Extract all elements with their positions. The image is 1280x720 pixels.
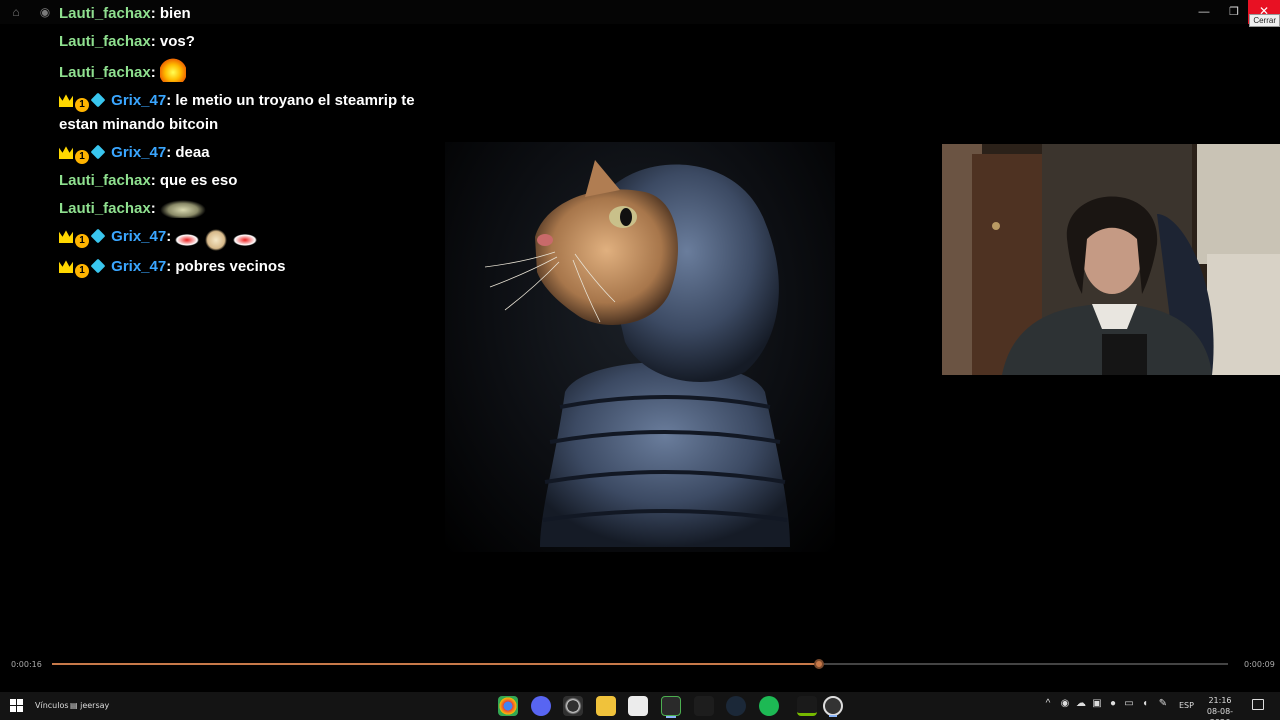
folder-label: jeersay — [80, 701, 110, 710]
elapsed-time: 0:00:16 — [11, 660, 42, 669]
onedrive-icon[interactable]: ☁ — [1074, 698, 1088, 709]
clock-date: 08-08-2026 — [1206, 707, 1234, 720]
show-hidden-icons-icon[interactable]: ^ — [1041, 698, 1055, 709]
chat-username: Lauti_fachax — [59, 5, 151, 22]
record-icon[interactable]: ◉ — [1058, 698, 1072, 709]
volume-icon[interactable]: ◖ — [1138, 698, 1152, 709]
cat-emote — [205, 229, 228, 251]
nvidia-icon[interactable] — [797, 696, 817, 716]
close-tooltip: Cerrar — [1249, 14, 1280, 27]
chat-text: : — [150, 64, 156, 81]
chat-message: Lauti_fachax: bien — [59, 2, 439, 26]
microphone-icon[interactable]: ● — [1106, 698, 1120, 709]
chat-text: : que es eso — [150, 172, 238, 189]
clock-time: 21:16 — [1208, 696, 1232, 705]
number-one-badge-icon: 1 — [75, 264, 89, 278]
discord-icon[interactable] — [531, 696, 551, 716]
number-one-badge-icon: 1 — [75, 234, 89, 248]
chat-message: 1 Grix_47: le metio un troyano el steamr… — [59, 89, 439, 137]
chat-text: : — [150, 200, 156, 217]
chat-username: Grix_47 — [111, 228, 167, 245]
chat-text: : vos? — [150, 33, 195, 50]
taskbar: Vínculos ▤ jeersay ^ ◉ ☁ ▣ ● ▭ ◖ ✎ ESP 2… — [0, 692, 1280, 720]
car-emote — [159, 200, 206, 218]
chat-message: 1 Grix_47: pobres vecinos — [59, 255, 439, 279]
chat-text: : — [166, 228, 172, 245]
chat-message: Lauti_fachax: vos? — [59, 30, 439, 54]
number-one-badge-icon: 1 — [75, 98, 89, 112]
number-one-badge-icon: 1 — [75, 150, 89, 164]
folder-icon: ▤ — [70, 701, 78, 710]
chat-username: Lauti_fachax — [59, 172, 151, 189]
pen-icon[interactable]: ✎ — [1156, 698, 1170, 709]
chat-username: Lauti_fachax — [59, 33, 151, 50]
chat-username: Grix_47 — [111, 92, 167, 109]
epic-games-icon[interactable] — [661, 696, 681, 718]
chat-message: Lauti_fachax: que es eso — [59, 169, 439, 193]
seek-bar-progress — [52, 663, 819, 665]
notifications-icon[interactable] — [1252, 699, 1264, 710]
chat-text: : bien — [150, 5, 191, 22]
cube-badge-icon — [90, 92, 106, 108]
webcam-feed — [942, 144, 1280, 375]
minimize-button[interactable]: — — [1188, 0, 1220, 24]
cube-badge-icon — [90, 144, 106, 160]
seek-handle[interactable] — [813, 659, 824, 669]
clock[interactable]: 21:16 08-08-2026 — [1198, 695, 1242, 720]
tray-app-icon[interactable]: ▣ — [1090, 698, 1104, 709]
spotify-icon[interactable] — [759, 696, 779, 716]
cat-illustration — [484, 160, 790, 547]
fire-emote — [159, 58, 186, 82]
cube-badge-icon — [90, 258, 106, 274]
network-icon[interactable]: ▭ — [1122, 698, 1136, 709]
media-player-icon[interactable] — [823, 696, 843, 717]
crown-badge-icon — [59, 230, 73, 243]
seek-bar[interactable] — [52, 659, 1228, 669]
chat-message: Lauti_fachax: — [59, 58, 439, 85]
cat-image — [445, 142, 835, 552]
lips-emote — [175, 234, 200, 246]
chat-message: 1 Grix_47: — [59, 225, 439, 251]
chat-text: : pobres vecinos — [166, 258, 286, 275]
crown-badge-icon — [59, 94, 73, 107]
chat-message: Lauti_fachax: — [59, 197, 439, 221]
chat-text: : deaa — [166, 144, 210, 161]
cube-badge-icon — [90, 228, 106, 244]
lips-emote — [233, 234, 258, 246]
folder-shortcut[interactable]: ▤ jeersay — [70, 701, 109, 710]
chrome-icon[interactable] — [498, 696, 518, 716]
remaining-time: 0:00:09 — [1244, 660, 1275, 669]
chat-username: Lauti_fachax — [59, 200, 151, 217]
steam-icon[interactable] — [726, 696, 746, 716]
links-toolbar[interactable]: Vínculos — [35, 701, 69, 710]
chat-username: Lauti_fachax — [59, 64, 151, 81]
chat-username: Grix_47 — [111, 258, 167, 275]
crown-badge-icon — [59, 146, 73, 159]
crown-badge-icon — [59, 260, 73, 273]
play-circle-icon[interactable]: ◉ — [37, 4, 53, 20]
windows-start-icon[interactable] — [10, 699, 23, 712]
chat-message: 1 Grix_47: deaa — [59, 141, 439, 165]
kiss-emotes — [175, 229, 258, 251]
file-explorer-icon[interactable] — [596, 696, 616, 716]
restore-button[interactable]: ❐ — [1218, 0, 1250, 24]
home-icon[interactable]: ⌂ — [8, 4, 24, 20]
chat-username: Grix_47 — [111, 144, 167, 161]
app-icon[interactable] — [694, 696, 714, 716]
chat-overlay: Lauti_fachax: bien Lauti_fachax: vos? La… — [59, 2, 439, 283]
obs-icon[interactable] — [563, 696, 583, 716]
store-icon[interactable] — [628, 696, 648, 716]
webcam-scene — [942, 144, 1280, 375]
language-indicator[interactable]: ESP — [1179, 701, 1194, 710]
